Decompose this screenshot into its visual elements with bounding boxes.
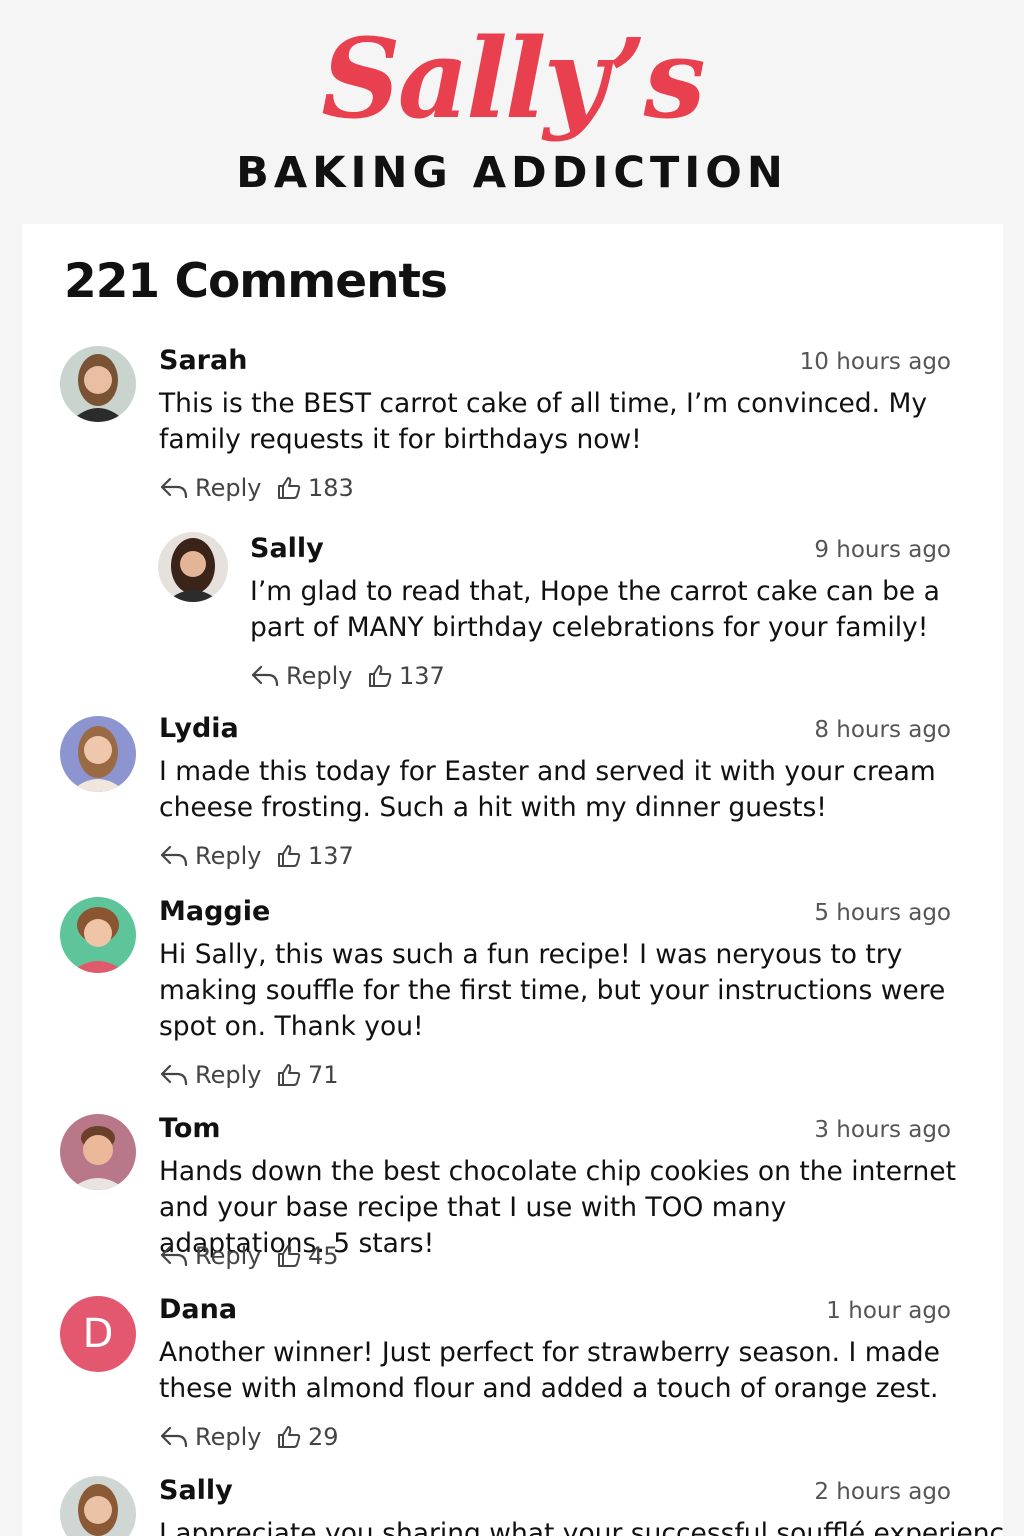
comment-timestamp: 2 hours ago bbox=[814, 1479, 951, 1505]
like-count: 137 bbox=[399, 662, 445, 690]
comment-reply-item: Sally 9 hours ago I’m glad to read that,… bbox=[22, 530, 1003, 700]
like-button[interactable]: 29 bbox=[276, 1423, 339, 1451]
reply-icon bbox=[160, 477, 188, 499]
like-count: 45 bbox=[308, 1242, 339, 1270]
reply-label: Reply bbox=[286, 662, 353, 690]
logo-subtitle[interactable]: BAKING ADDICTION bbox=[0, 148, 1024, 198]
reply-label: Reply bbox=[195, 474, 262, 502]
avatar[interactable] bbox=[60, 897, 136, 973]
reply-button[interactable]: Reply bbox=[250, 662, 352, 690]
comment-timestamp: 5 hours ago bbox=[814, 900, 951, 926]
comment-author[interactable]: Tom bbox=[159, 1113, 221, 1144]
logo-script[interactable]: Sally’s bbox=[0, 14, 1024, 144]
like-count: 29 bbox=[308, 1423, 339, 1451]
comment-text: This is the BEST carrot cake of all time… bbox=[159, 388, 928, 455]
reply-icon bbox=[160, 1064, 188, 1086]
thumbs-up-icon bbox=[369, 665, 392, 687]
avatar[interactable] bbox=[60, 346, 136, 422]
reply-button[interactable]: Reply bbox=[159, 842, 261, 870]
comment-timestamp: 1 hour ago bbox=[826, 1298, 951, 1324]
comment-item: Tom 3 hours ago Hands down the best choc… bbox=[22, 1110, 1003, 1280]
comment-item: Sarah 10 hours ago This is the BEST carr… bbox=[22, 342, 1003, 512]
reply-button[interactable]: Reply bbox=[159, 1242, 261, 1270]
thumbs-up-icon bbox=[278, 1064, 301, 1086]
site-header: Sally’s BAKING ADDICTION bbox=[0, 0, 1024, 222]
comment-text: I made this today for Easter and served … bbox=[159, 756, 936, 823]
thumbs-up-icon bbox=[278, 1245, 301, 1267]
reply-button[interactable]: Reply bbox=[159, 1061, 261, 1089]
comment-text: Another winner! Just perfect for strawbe… bbox=[159, 1337, 940, 1404]
comment-actions: Reply 137 bbox=[250, 662, 550, 692]
letter-avatar[interactable]: D bbox=[60, 1296, 136, 1372]
reply-label: Reply bbox=[195, 1061, 262, 1089]
reply-icon bbox=[160, 845, 188, 867]
comment-timestamp: 3 hours ago bbox=[814, 1117, 951, 1143]
comments-count-heading: 221 Comments bbox=[64, 254, 448, 309]
comment-item: Sally 2 hours ago I appreciate you shari… bbox=[22, 1472, 1003, 1536]
thumbs-up-icon bbox=[278, 477, 301, 499]
reply-icon bbox=[160, 1426, 188, 1448]
reply-label: Reply bbox=[195, 1423, 262, 1451]
reply-button[interactable]: Reply bbox=[159, 1423, 261, 1451]
comment-author[interactable]: Sally bbox=[250, 533, 324, 564]
reply-icon bbox=[160, 1245, 188, 1267]
comment-text: I’m glad to read that, Hope the carrot c… bbox=[250, 576, 940, 643]
thumbs-up-icon bbox=[278, 1426, 301, 1448]
comment-author[interactable]: Lydia bbox=[159, 713, 239, 744]
comment-text: I appreciate you sharing what your succe… bbox=[159, 1518, 1003, 1536]
comment-text: Hi Sally, this was such a fun recipe! I … bbox=[159, 939, 946, 1042]
thumbs-up-icon bbox=[278, 845, 301, 867]
comment-author[interactable]: Dana bbox=[159, 1294, 237, 1325]
comment-timestamp: 9 hours ago bbox=[814, 537, 951, 563]
like-button[interactable]: 71 bbox=[276, 1061, 339, 1089]
like-button[interactable]: 45 bbox=[276, 1242, 339, 1270]
reply-label: Reply bbox=[195, 842, 262, 870]
like-count: 71 bbox=[308, 1061, 339, 1089]
reply-button[interactable]: Reply bbox=[159, 474, 261, 502]
comment-timestamp: 10 hours ago bbox=[799, 349, 951, 375]
comment-author[interactable]: Sally bbox=[159, 1475, 233, 1506]
comment-author[interactable]: Sarah bbox=[159, 345, 247, 376]
comment-actions: Reply 45 bbox=[159, 1242, 459, 1272]
comment-actions: Reply 137 bbox=[159, 842, 459, 872]
comment-item: Maggie 5 hours ago Hi Sally, this was su… bbox=[22, 893, 1003, 1103]
avatar[interactable] bbox=[60, 716, 136, 792]
like-button[interactable]: 137 bbox=[276, 842, 354, 870]
like-count: 137 bbox=[308, 842, 354, 870]
avatar[interactable] bbox=[60, 1476, 136, 1536]
comment-item: Lydia 8 hours ago I made this today for … bbox=[22, 710, 1003, 880]
comment-actions: Reply 183 bbox=[159, 474, 459, 504]
comment-actions: Reply 29 bbox=[159, 1423, 459, 1453]
like-count: 183 bbox=[308, 474, 354, 502]
reply-icon bbox=[251, 665, 279, 687]
like-button[interactable]: 183 bbox=[276, 474, 354, 502]
avatar[interactable] bbox=[60, 1114, 136, 1190]
reply-label: Reply bbox=[195, 1242, 262, 1270]
like-button[interactable]: 137 bbox=[367, 662, 445, 690]
comment-item: D Dana 1 hour ago Another winner! Just p… bbox=[22, 1291, 1003, 1461]
avatar[interactable] bbox=[158, 532, 228, 602]
comment-actions: Reply 71 bbox=[159, 1061, 459, 1091]
comment-author[interactable]: Maggie bbox=[159, 896, 270, 927]
comment-timestamp: 8 hours ago bbox=[814, 717, 951, 743]
comments-section: 221 Comments Sarah 10 hours ago This is … bbox=[22, 224, 1003, 1536]
